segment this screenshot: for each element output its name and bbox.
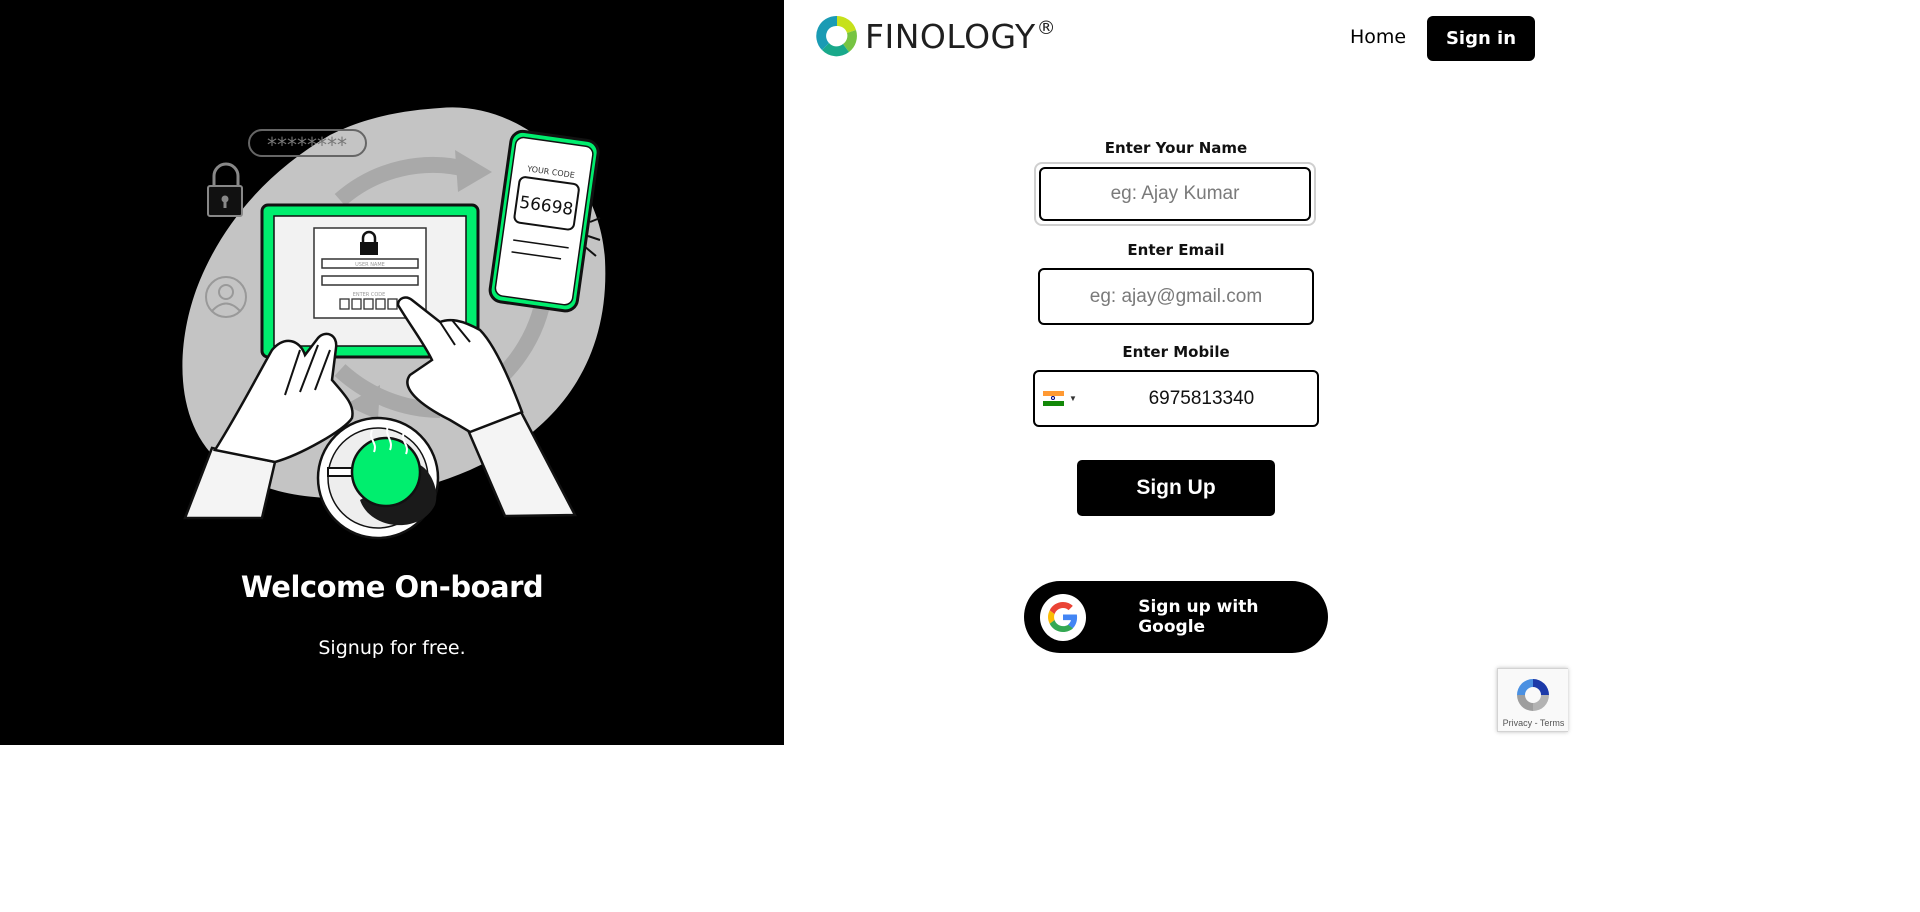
mobile-field-wrap: ▼	[1033, 370, 1352, 427]
tablet-username-label: USER NAME	[355, 262, 385, 268]
mobile-label: Enter Mobile	[1122, 343, 1230, 361]
mobile-input[interactable]	[1076, 371, 1352, 426]
india-flag-icon	[1043, 391, 1064, 406]
password-mask-text: ********	[267, 133, 347, 157]
email-label: Enter Email	[1127, 241, 1225, 259]
caret-down-icon: ▼	[1069, 394, 1077, 403]
nav-home-link[interactable]: Home	[1350, 26, 1406, 48]
google-icon	[1040, 593, 1087, 641]
left-panel: ******** USER NAME ENTER CODE YOUR CODE …	[0, 0, 784, 745]
name-input[interactable]	[1039, 167, 1311, 221]
tablet-code-label: ENTER CODE	[353, 292, 386, 298]
finology-logo[interactable]: FINOLOGY®	[816, 15, 1056, 57]
user-icon	[205, 276, 247, 318]
recaptcha-badge[interactable]: Privacy - Terms	[1497, 668, 1568, 732]
signup-button[interactable]: Sign Up	[1077, 460, 1275, 516]
signin-button[interactable]: Sign in	[1427, 16, 1535, 61]
recaptcha-links[interactable]: Privacy - Terms	[1498, 718, 1569, 728]
recaptcha-icon	[1517, 679, 1549, 711]
email-field-wrap	[1038, 268, 1314, 325]
welcome-title: Welcome On-board	[240, 570, 544, 604]
right-panel: FINOLOGY® Home Sign in Enter Your Name E…	[784, 0, 1568, 745]
name-field-focus-ring	[1034, 162, 1316, 226]
google-signup-button[interactable]: Sign up with Google	[1024, 581, 1328, 653]
finology-logo-icon	[816, 15, 857, 57]
brand-name: FINOLOGY®	[865, 16, 1057, 56]
lock-icon	[207, 162, 243, 217]
welcome-subtitle: Signup for free.	[318, 637, 466, 659]
email-input[interactable]	[1038, 268, 1314, 325]
onboarding-illustration: ******** USER NAME ENTER CODE YOUR CODE …	[182, 107, 606, 540]
country-code-select[interactable]: ▼	[1043, 391, 1077, 406]
google-signup-label: Sign up with Google	[1138, 597, 1259, 637]
name-label: Enter Your Name	[1104, 139, 1248, 157]
